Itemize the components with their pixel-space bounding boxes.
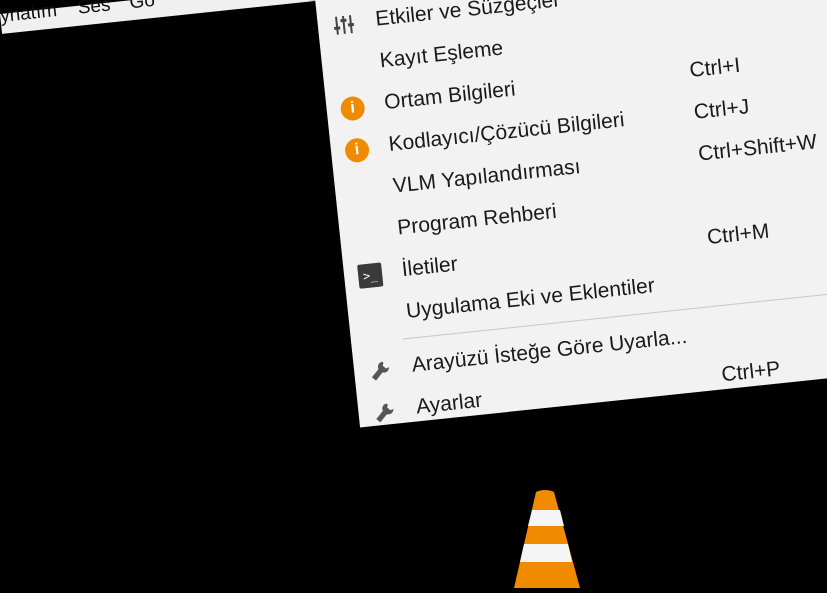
menu-item-label: Ortam Bilgileri [383,77,517,115]
wrench-icon [367,358,393,384]
sliders-icon [331,12,357,38]
menubar-item-video[interactable]: Gö [128,0,156,14]
menubar-item-playback[interactable]: ynatım [0,0,58,28]
menu-item-shortcut: Ctrl+J [692,95,751,124]
menu-item-shortcut: Ctrl+M [705,219,771,250]
info-icon: i [339,95,366,122]
menu-item-label: Kayıt Eşleme [378,36,505,73]
menu-item-label: İletiler [400,252,459,282]
tools-menu: Etkiler ve Süzgeçler Kayıt Eşleme i Orta… [312,0,827,428]
menu-item-label: Program Rehberi [396,199,558,240]
menubar-item-audio[interactable]: Ses [77,0,112,20]
menu-item-shortcut: Ctrl+Shift+W [697,130,818,166]
menu-item-shortcut: Ctrl+P [720,357,782,387]
vlc-cone-logo [512,488,582,588]
menu-bar: ynatım Ses Gö [0,0,331,34]
menu-item-shortcut: Ctrl+I [688,53,742,83]
wrench-icon [371,400,397,426]
info-icon: i [343,137,371,164]
terminal-icon: >_ [357,262,384,289]
menu-item-label: Ayarlar [415,388,484,419]
